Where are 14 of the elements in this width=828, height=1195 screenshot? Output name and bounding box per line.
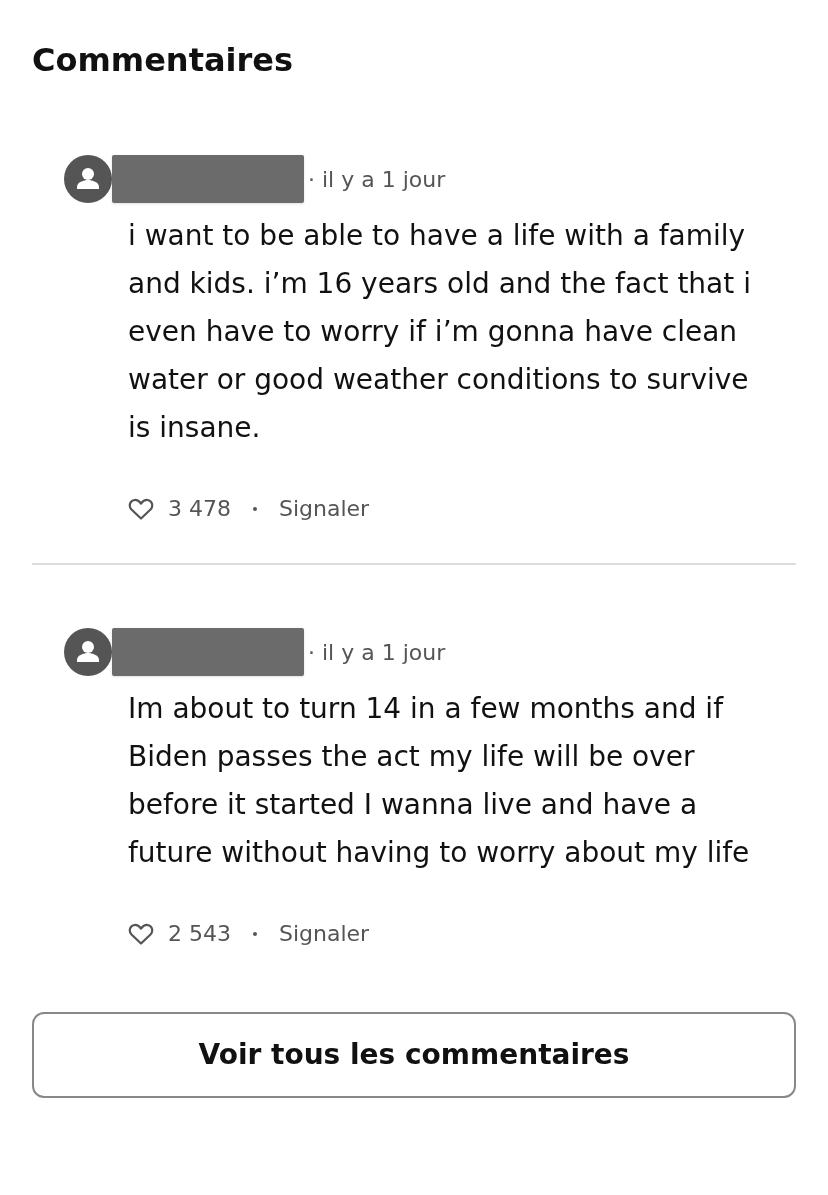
comment-text: Im about to turn 14 in a few months and if Biden passes the act my life will be over before it started I wanna live and have a future without having to worry about my life: [128, 691, 751, 871]
report-link[interactable]: Signaler: [279, 492, 370, 525]
heart-icon[interactable]: [128, 921, 154, 946]
comment-text: i want to be able to have a life with a family and kids. i’m 16 years old and the fact that i even have to worry if i’m gonna have clean water or good weather conditions to survive is insane.: [128, 218, 752, 446]
like-count: 3 478: [168, 495, 231, 523]
like-count: 2 543: [168, 920, 231, 948]
heart-icon[interactable]: [128, 496, 154, 521]
report-link[interactable]: Signaler: [279, 917, 370, 950]
comment-time: · il y a 1 jour: [308, 638, 446, 667]
section-title: Commentaires: [32, 40, 295, 81]
avatar-icon: [64, 628, 112, 676]
avatar-icon: [64, 155, 112, 203]
comment-time: · il y a 1 jour: [308, 165, 446, 194]
view-all-button[interactable]: Voir tous les commentaires: [32, 1012, 796, 1098]
